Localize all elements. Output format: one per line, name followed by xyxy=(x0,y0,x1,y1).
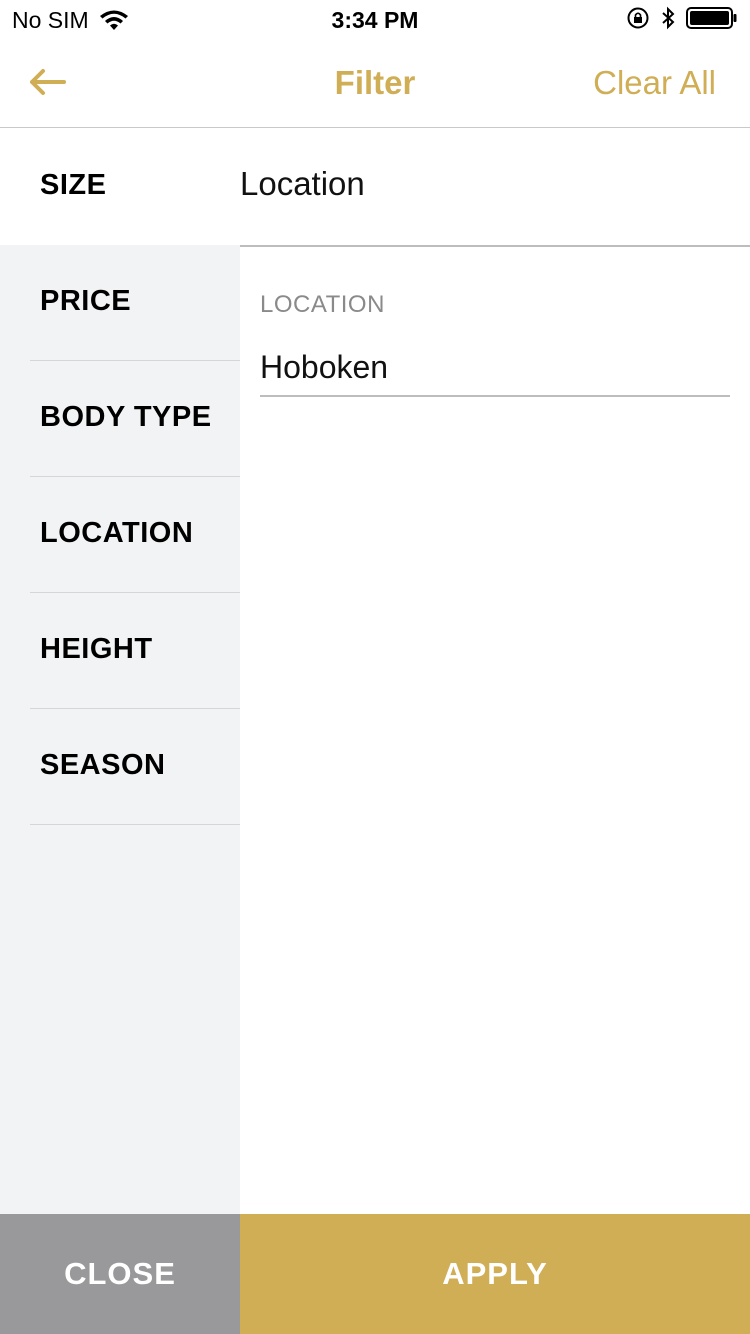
sidebar-item-label: SEASON xyxy=(40,749,166,781)
sidebar-item-price[interactable]: PRICE xyxy=(30,245,240,361)
filter-sidebar: PRICE BODY TYPE LOCATION HEIGHT SEASON xyxy=(0,245,240,1214)
navigation-bar: Filter Clear All xyxy=(0,40,750,128)
location-field-label: LOCATION xyxy=(260,291,385,318)
status-icons xyxy=(626,6,738,30)
sidebar-item-height[interactable]: HEIGHT xyxy=(30,593,240,709)
sidebar-item-label: BODY TYPE xyxy=(40,401,212,433)
sidebar-item-label: HEIGHT xyxy=(40,633,153,665)
sidebar-item-location[interactable]: LOCATION xyxy=(30,477,240,593)
location-input[interactable] xyxy=(260,337,730,397)
rotation-lock-icon xyxy=(627,7,649,29)
filter-tab-size[interactable]: SIZE Location xyxy=(0,129,750,245)
input-underline xyxy=(260,395,730,397)
battery-icon xyxy=(686,7,737,29)
clear-all-button[interactable]: Clear All xyxy=(593,64,716,102)
apply-button[interactable]: APPLY xyxy=(240,1214,750,1334)
status-bar: No SIM 3:34 PM xyxy=(0,0,750,40)
bluetooth-icon xyxy=(662,6,675,30)
sidebar-item-season[interactable]: SEASON xyxy=(30,709,240,825)
sidebar-item-body-type[interactable]: BODY TYPE xyxy=(30,361,240,477)
size-label: SIZE xyxy=(40,169,107,201)
sidebar-item-label: PRICE xyxy=(40,285,132,317)
size-selected-value: Location xyxy=(240,165,365,202)
close-button[interactable]: CLOSE xyxy=(0,1214,240,1334)
filter-content-panel: LOCATION xyxy=(240,247,750,1214)
sidebar-item-label: LOCATION xyxy=(40,517,194,549)
